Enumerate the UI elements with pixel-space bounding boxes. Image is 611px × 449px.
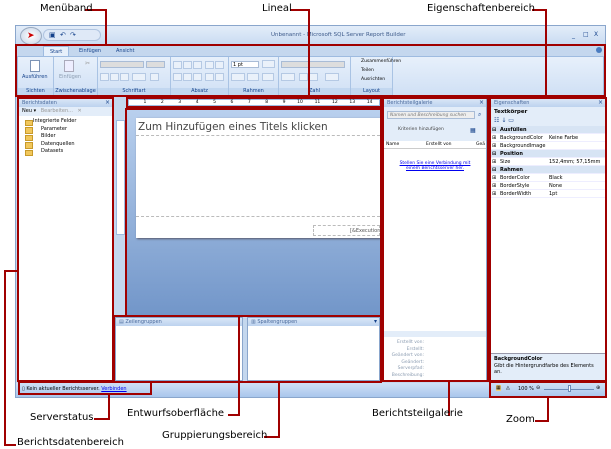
maximize-button[interactable]: □ (583, 31, 589, 38)
callout-zoom: Zoom (506, 414, 535, 425)
close-button[interactable]: X (594, 31, 598, 38)
callout-entwurf: Entwurfsoberfläche (127, 408, 225, 419)
save-icon[interactable]: ▣ (49, 31, 56, 39)
callout-lineal: Lineal (262, 3, 292, 14)
callout-menuband: Menüband (40, 3, 93, 14)
undo-icon[interactable]: ↶ (60, 31, 66, 39)
callout-gruppierung: Gruppierungsbereich (162, 430, 268, 441)
office-button[interactable]: ➤ (20, 27, 42, 45)
minimize-button[interactable]: _ (572, 32, 575, 39)
vertical-ruler (116, 120, 125, 235)
callout-berichtsdaten: Berichtsdatenbereich (17, 437, 124, 448)
window-title: Unbenannt - Microsoft SQL Server Report … (271, 32, 406, 38)
redo-icon[interactable]: ↷ (70, 31, 76, 39)
callout-galerie: Berichtsteilgalerie (372, 408, 463, 419)
callout-serverstatus: Serverstatus (30, 412, 94, 423)
quick-access-toolbar: ▣ ↶ ↷ (43, 29, 101, 41)
callout-eigenschaften: Eigenschaftenbereich (427, 3, 536, 14)
